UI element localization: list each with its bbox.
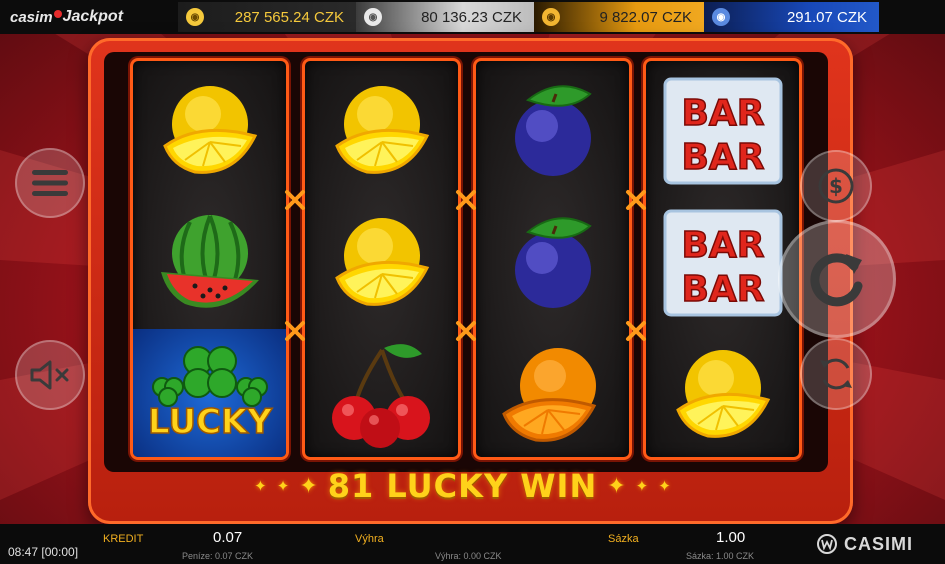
- credit-money: Peníze: 0.07 CZK: [182, 551, 254, 561]
- jackpot-coin-icon: ◉: [712, 8, 730, 26]
- lemon-icon: [675, 350, 770, 438]
- sparkle-icon: ✦: [635, 478, 649, 495]
- jackpot-coin-icon: ◉: [364, 8, 382, 26]
- jackpot-bronze: ◉ 9 822.07 CZK: [534, 2, 704, 32]
- sparkle-icon: ✦: [276, 478, 290, 495]
- symbol-lemon: [133, 65, 286, 197]
- bar-text-top: BAR: [681, 93, 764, 134]
- logo-dot: [53, 10, 62, 18]
- win-money: Výhra: 0.00 CZK: [435, 551, 502, 561]
- sparkle-icon: ✦: [299, 473, 318, 498]
- bottom-status-bar: 08:47 [00:00] KREDIT 0.07 Peníze: 0.07 C…: [0, 524, 945, 564]
- bar-bar-icon: BAR BAR: [663, 209, 782, 317]
- jackpot-coin-icon: ◉: [542, 8, 560, 26]
- lemon-icon: [334, 218, 429, 306]
- jackpot-blue-amount: 291.07 CZK: [786, 8, 867, 26]
- reel-3: [473, 58, 632, 460]
- casimi-brand: CASIMI: [816, 533, 913, 555]
- reel-4: BAR BAR BAR BAR: [643, 58, 802, 460]
- bar-text-bottom: BAR: [681, 137, 764, 178]
- reel-separator-x-icon: [285, 190, 305, 210]
- lucky-text: LUCKY: [148, 402, 272, 442]
- bet-label: Sázka: [608, 533, 639, 545]
- jackpot-blue: ◉ 291.07 CZK: [704, 2, 879, 32]
- reel-separator-x-icon: [285, 321, 305, 341]
- orange-icon: [501, 348, 596, 442]
- reel-1: LUCKY: [130, 58, 289, 460]
- watermelon-icon: [160, 215, 259, 308]
- credit-value: 0.07: [213, 529, 243, 546]
- symbol-lemon: [646, 329, 799, 457]
- spin-arrow-icon: [810, 253, 863, 307]
- sparkle-icon: ✦: [254, 478, 267, 495]
- logo-text-jackpot: Jackpot: [62, 8, 124, 25]
- hamburger-menu-icon: [32, 170, 68, 196]
- reel-2: [302, 58, 461, 460]
- casimi-brand-text: CASIMI: [844, 533, 913, 554]
- bet-button[interactable]: $: [800, 150, 872, 222]
- credit-label: KREDIT: [103, 533, 144, 545]
- plum-icon: [514, 85, 592, 176]
- dollar-coin-icon: $: [818, 168, 854, 204]
- reel-separator-x-icon: [626, 190, 646, 210]
- symbol-cherries: [305, 329, 458, 457]
- svg-text:$: $: [829, 174, 843, 198]
- lucky-clover-icon: LUCKY: [147, 346, 273, 443]
- autoplay-button[interactable]: [800, 338, 872, 410]
- jackpot-gold-amount: 287 565.24 CZK: [234, 8, 344, 26]
- spin-button[interactable]: [778, 220, 896, 338]
- plum-icon: [514, 217, 592, 308]
- bar-bar-icon: BAR BAR: [663, 77, 782, 185]
- bar-text-bottom: BAR: [681, 269, 764, 310]
- jackpot-gold: ◉ 287 565.24 CZK: [178, 2, 356, 32]
- clock: 08:47 [00:00]: [8, 545, 79, 559]
- symbol-bar: BAR BAR: [646, 197, 799, 329]
- logo-text-casim: casim: [10, 8, 53, 26]
- symbol-lucky: LUCKY: [133, 329, 286, 457]
- menu-button[interactable]: [15, 148, 85, 218]
- symbol-lemon: [305, 65, 458, 197]
- symbol-plum: [476, 197, 629, 329]
- bar-text-top: BAR: [681, 225, 764, 266]
- symbol-bar: BAR BAR: [646, 65, 799, 197]
- symbol-lemon: [305, 197, 458, 329]
- jackpot-silver: ◉ 80 136.23 CZK: [356, 2, 534, 32]
- sparkle-icon: ✦: [607, 473, 626, 498]
- symbol-plum: [476, 65, 629, 197]
- win-banner: ✦ ✦ ✦ 81 LUCKY WIN ✦ ✦ ✦: [190, 466, 735, 506]
- win-text: 81 LUCKY WIN: [327, 467, 598, 505]
- reel-separator-x-icon: [626, 321, 646, 341]
- reel-separator-x-icon: [456, 321, 476, 341]
- bet-value: 1.00: [716, 529, 746, 546]
- jackpot-silver-amount: 80 136.23 CZK: [421, 8, 522, 26]
- win-label: Výhra: [355, 533, 384, 545]
- lemon-icon: [162, 86, 257, 174]
- jackpot-bronze-amount: 9 822.07 CZK: [599, 8, 692, 26]
- symbol-orange: [476, 329, 629, 457]
- lemon-icon: [334, 86, 429, 174]
- bet-money: Sázka: 1.00 CZK: [686, 551, 755, 561]
- casimi-logo-icon: [817, 534, 837, 554]
- jackpot-bar: casim Jackpot ◉ 287 565.24 CZK ◉ 80 136.2…: [0, 0, 945, 34]
- reel-separator-x-icon: [456, 190, 476, 210]
- casimi-jackpot-logo: casim Jackpot: [0, 0, 178, 34]
- autoplay-arrows-icon: [820, 358, 852, 390]
- speaker-muted-icon: [30, 360, 69, 390]
- cherries-icon: [331, 344, 430, 448]
- symbol-watermelon: [133, 197, 286, 329]
- jackpot-coin-icon: ◉: [186, 8, 204, 26]
- sound-button[interactable]: [15, 340, 85, 410]
- sparkle-icon: ✦: [658, 478, 671, 495]
